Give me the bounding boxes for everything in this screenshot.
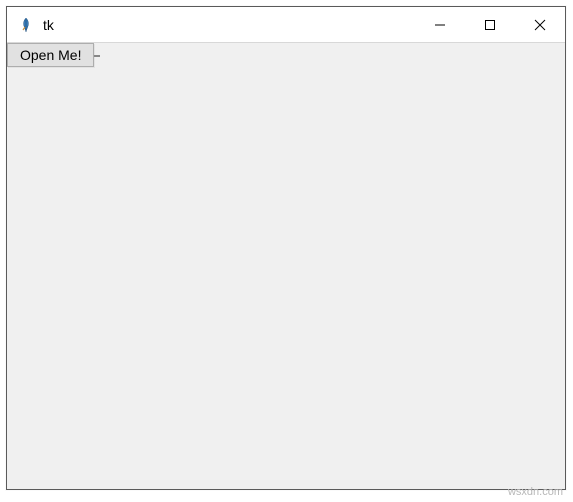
client-area: Open Me! (7, 43, 565, 489)
maximize-button[interactable] (465, 7, 515, 42)
close-icon (534, 19, 546, 31)
tk-feather-icon (17, 16, 35, 34)
indicator-tick (94, 55, 100, 57)
minimize-icon (434, 19, 446, 31)
open-me-button[interactable]: Open Me! (7, 43, 94, 67)
window-title: tk (43, 17, 415, 33)
titlebar[interactable]: tk (7, 7, 565, 43)
app-window: tk Open Me! (6, 6, 566, 490)
close-button[interactable] (515, 7, 565, 42)
minimize-button[interactable] (415, 7, 465, 42)
watermark-text: wsxdn.com (508, 486, 563, 498)
window-controls (415, 7, 565, 42)
maximize-icon (484, 19, 496, 31)
